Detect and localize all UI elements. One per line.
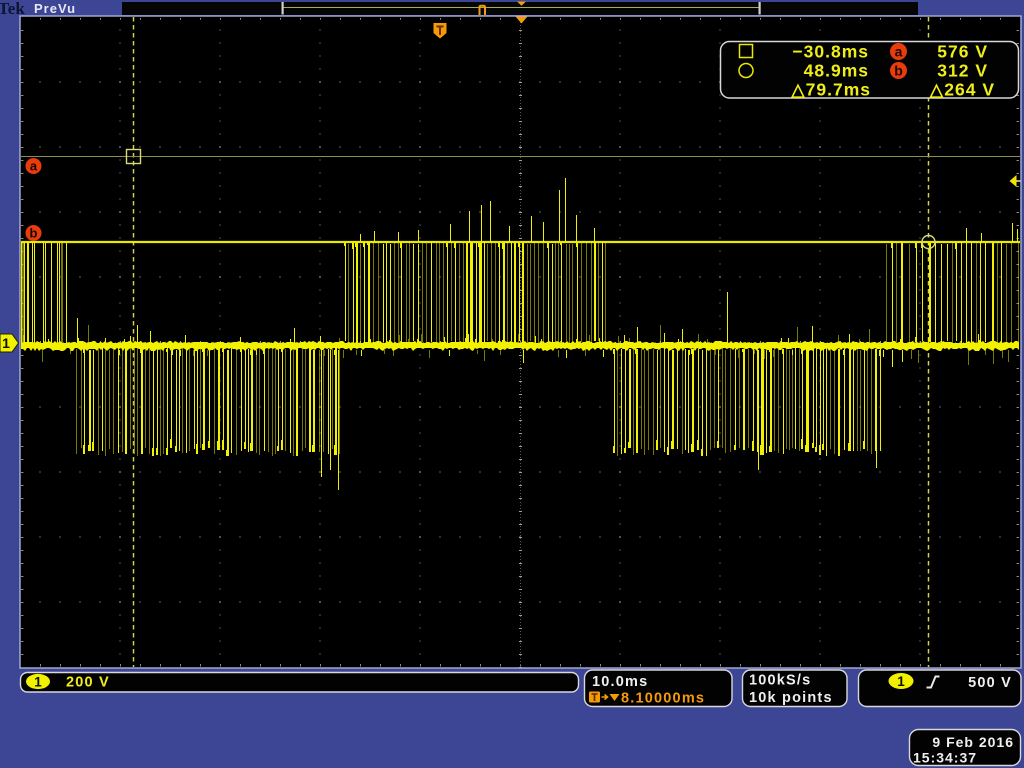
svg-text:1: 1	[2, 335, 10, 351]
svg-text:b: b	[30, 226, 38, 241]
svg-text:1: 1	[897, 674, 905, 689]
svg-text:a: a	[895, 44, 903, 60]
svg-text:9 Feb 2016: 9 Feb 2016	[932, 734, 1014, 750]
svg-text:10k points: 10k points	[749, 690, 833, 706]
svg-text:576 V: 576 V	[937, 42, 988, 62]
svg-text:8.10000ms: 8.10000ms	[621, 691, 705, 707]
svg-text:a: a	[30, 159, 38, 174]
svg-text:48.9ms: 48.9ms	[804, 61, 869, 81]
svg-text:312 V: 312 V	[937, 61, 988, 81]
svg-text:200 V: 200 V	[66, 675, 110, 691]
svg-text:b: b	[894, 63, 903, 79]
svg-text:15:34:37: 15:34:37	[913, 750, 977, 766]
svg-text:−30.8ms: −30.8ms	[792, 42, 869, 62]
svg-text:△264 V: △264 V	[929, 80, 995, 100]
svg-text:PreVu: PreVu	[34, 1, 76, 16]
svg-text:1: 1	[34, 675, 42, 690]
svg-text:100kS/s: 100kS/s	[749, 673, 811, 689]
svg-text:500 V: 500 V	[968, 675, 1012, 691]
svg-text:10.0ms: 10.0ms	[592, 674, 648, 690]
svg-text:△79.7ms: △79.7ms	[790, 80, 871, 100]
